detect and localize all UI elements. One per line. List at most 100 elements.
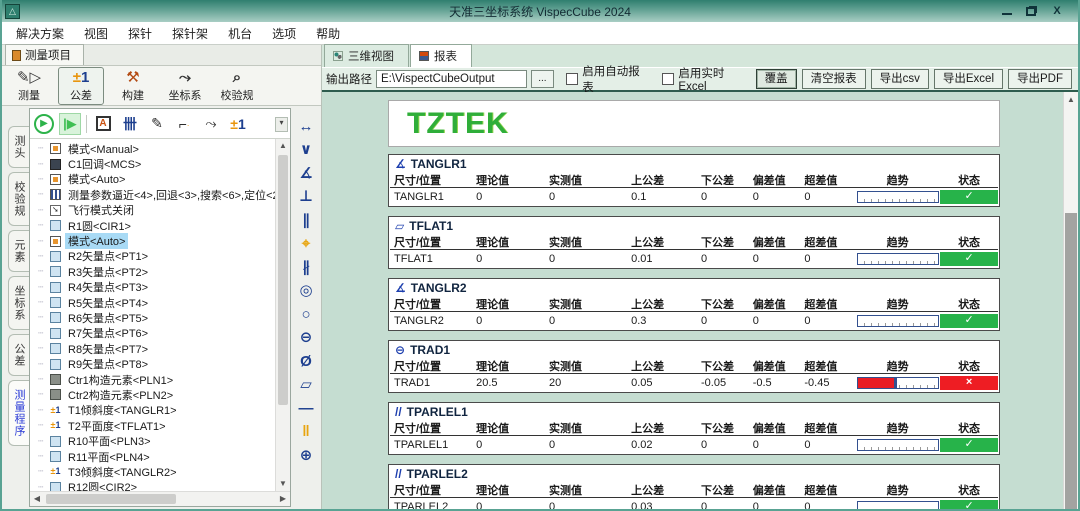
- column-header: 状态: [940, 358, 998, 374]
- tree-item[interactable]: ┄R8矢量点<PT7>: [30, 341, 274, 356]
- flatness-icon: ▱: [395, 219, 404, 233]
- maximize-button[interactable]: [1026, 7, 1036, 16]
- menu-item-解决方案[interactable]: 解决方案: [6, 22, 74, 45]
- report-table-name: TPARLEL1: [407, 405, 468, 419]
- report-vertical-scrollbar[interactable]: ▲: [1063, 92, 1078, 509]
- menu-item-视图[interactable]: 视图: [74, 22, 118, 45]
- tab-view3d[interactable]: 三维视图: [324, 44, 409, 67]
- tree-item[interactable]: ┄模式<Auto>: [30, 233, 274, 248]
- tolerance-button[interactable]: ±1: [227, 113, 249, 135]
- tree-item[interactable]: ┄±1T2平面度<TFLAT1>: [30, 418, 274, 433]
- auto-mode-button[interactable]: A: [92, 113, 114, 135]
- export-excel-button[interactable]: 导出Excel: [934, 69, 1003, 89]
- tab-report[interactable]: 报表: [410, 44, 472, 67]
- column-header: 超差值: [800, 234, 855, 250]
- step-run-button[interactable]: |▶: [59, 113, 81, 135]
- scroll-left-icon[interactable]: ◀: [30, 492, 44, 506]
- sidebar-tab-probe-head[interactable]: 测头: [8, 126, 29, 168]
- construct-tool-button[interactable]: ⚒构建: [110, 67, 156, 105]
- tolerance-runout-icon[interactable]: ⊕: [295, 445, 317, 465]
- tree-item[interactable]: ┄R4矢量点<PT3>: [30, 280, 274, 295]
- tolerance-roundness-icon[interactable]: ○: [295, 304, 317, 324]
- scroll-down-icon[interactable]: ▼: [276, 477, 290, 491]
- tolerance-perpendicularity-icon[interactable]: ⊥: [295, 187, 317, 207]
- tree-item[interactable]: ┄R11平面<PLN4>: [30, 449, 274, 464]
- scroll-right-icon[interactable]: ▶: [276, 492, 290, 506]
- tree-horizontal-scrollbar[interactable]: ◀ ▶: [30, 491, 290, 506]
- tree-item[interactable]: ┄R12圆<CIR2>: [30, 480, 274, 491]
- realtime-excel-checkbox[interactable]: [662, 73, 674, 85]
- tree-item[interactable]: ┄R5矢量点<PT4>: [30, 295, 274, 310]
- output-path-input[interactable]: E:\VispectCubeOutput: [376, 70, 527, 88]
- tree-item[interactable]: ┄R2矢量点<PT1>: [30, 249, 274, 264]
- tree-vscroll-thumb[interactable]: [278, 155, 288, 405]
- tab-measure-project[interactable]: 测量项目: [5, 44, 84, 65]
- tree-item[interactable]: ┄R7矢量点<PT6>: [30, 326, 274, 341]
- overwrite-button[interactable]: 覆盖: [756, 69, 797, 89]
- minimize-button[interactable]: [1002, 7, 1012, 15]
- scroll-up-icon[interactable]: ▲: [276, 139, 290, 153]
- menu-item-机台[interactable]: 机台: [218, 22, 262, 45]
- tree-item[interactable]: ┄±1T3倾斜度<TANGLR2>: [30, 464, 274, 479]
- tree-item[interactable]: ┄R9矢量点<PT8>: [30, 356, 274, 371]
- tree-item[interactable]: ┄R3矢量点<PT2>: [30, 264, 274, 279]
- export-csv-button[interactable]: 导出csv: [871, 69, 929, 89]
- report-vscroll-thumb[interactable]: [1065, 213, 1077, 509]
- cell-value: -0.5: [749, 377, 801, 389]
- tree-vertical-scrollbar[interactable]: ▲ ▼: [275, 139, 290, 491]
- measure-tool-button[interactable]: ✎▷测量: [6, 67, 52, 105]
- tolerance-angularity-icon[interactable]: ∡: [295, 163, 317, 183]
- tree-item[interactable]: ┄C1回调<MCS>: [30, 156, 274, 171]
- coordsys-tool-button[interactable]: ⤳坐标系: [162, 67, 208, 105]
- tree-item[interactable]: ┄测量参数逼近<4>,回退<3>,搜索<6>,定位<2:: [30, 187, 274, 202]
- toolbar-overflow-button[interactable]: ▾: [275, 117, 288, 132]
- tree-item[interactable]: ┄R10平面<PLN3>: [30, 433, 274, 448]
- sidebar-tab-coordsys[interactable]: 坐标系: [8, 276, 29, 330]
- cell-value: 0: [697, 253, 749, 265]
- run-program-button[interactable]: ▶: [34, 114, 54, 134]
- tolerance-diameter-icon[interactable]: ⊖: [295, 328, 317, 348]
- menu-item-探针[interactable]: 探针: [118, 22, 162, 45]
- export-pdf-button[interactable]: 导出PDF: [1008, 69, 1072, 89]
- tolerance-radius-icon[interactable]: Ø: [295, 351, 317, 371]
- realtime-excel-checkbox-row: 启用实时Excel: [662, 65, 751, 93]
- browse-button[interactable]: ...: [531, 70, 555, 88]
- menu-item-选项[interactable]: 选项: [262, 22, 306, 45]
- tolerance-symmetry-icon[interactable]: ∦: [295, 257, 317, 277]
- clear-report-button[interactable]: 清空报表: [802, 69, 866, 89]
- tolerance-flatness-icon[interactable]: ▱: [295, 375, 317, 395]
- corner-move-button[interactable]: ⌐.: [173, 113, 195, 135]
- tolerance-concentricity-icon[interactable]: ◎: [295, 281, 317, 301]
- menu-item-探针架[interactable]: 探针架: [162, 22, 218, 45]
- sidebar-tab-tolerance[interactable]: 公差: [8, 334, 29, 376]
- menu-item-帮助[interactable]: 帮助: [306, 22, 350, 45]
- tolerance-parallelism-icon[interactable]: ∥: [295, 210, 317, 230]
- close-button[interactable]: X: [1050, 5, 1064, 17]
- status-badge-pass: ✓: [940, 314, 998, 328]
- measure-element-button[interactable]: ✎: [146, 113, 168, 135]
- auto-report-checkbox[interactable]: [566, 73, 578, 85]
- tree-item[interactable]: ┄Ctr2构造元素<PLN2>: [30, 387, 274, 402]
- parameters-button[interactable]: 卌: [119, 113, 141, 135]
- tolerance-position-icon[interactable]: ⌖: [295, 234, 317, 254]
- report-scroll-up-icon[interactable]: ▲: [1064, 92, 1078, 107]
- tree-hscroll-thumb[interactable]: [46, 494, 176, 504]
- tolerance-angle-between-icon[interactable]: ∨: [295, 140, 317, 160]
- tree-item[interactable]: ┄R1圆<CIR1>: [30, 218, 274, 233]
- tree-item[interactable]: ┄±1T1倾斜度<TANGLR1>: [30, 403, 274, 418]
- tree-item[interactable]: ┄R6矢量点<PT5>: [30, 310, 274, 325]
- tolerance-straightness-icon[interactable]: —: [295, 398, 317, 418]
- tree-branch-line: ┄: [38, 174, 50, 185]
- tolerance-tool-button[interactable]: ±1公差: [58, 67, 104, 105]
- sidebar-tab-program[interactable]: 测量程序: [8, 380, 29, 446]
- gauge-tool-button[interactable]: ⌕校验规: [214, 67, 260, 105]
- tree-item[interactable]: ┄Ctr1构造元素<PLN1>: [30, 372, 274, 387]
- sidebar-tab-element[interactable]: 元素: [8, 230, 29, 272]
- tree-item[interactable]: ┄模式<Manual>: [30, 141, 274, 156]
- tree-item[interactable]: ┄模式<Auto>: [30, 172, 274, 187]
- tree-item[interactable]: ┄飞行模式关闭: [30, 203, 274, 218]
- tolerance-distance-icon[interactable]: ↔: [295, 116, 317, 136]
- sidebar-tab-gauge[interactable]: 校验规: [8, 172, 29, 226]
- tolerance-parallel-lines-icon[interactable]: ‖: [295, 422, 317, 442]
- coordsys-button[interactable]: ⤳: [200, 113, 222, 135]
